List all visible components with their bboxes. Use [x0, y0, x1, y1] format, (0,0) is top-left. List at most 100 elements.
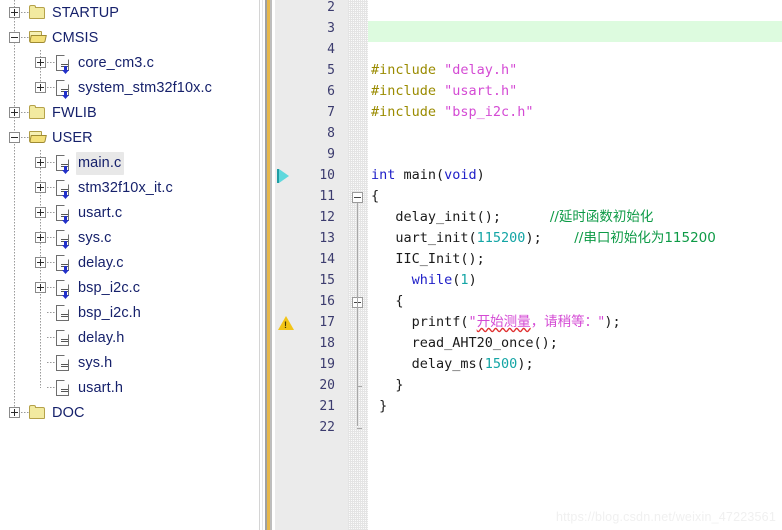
document-shape — [56, 355, 69, 371]
tree-item-usart-c[interactable]: usart.c — [0, 200, 256, 225]
tree-item-bsp-i2c-h[interactable]: bsp_i2c.h — [0, 300, 256, 325]
folder-open-icon — [28, 129, 47, 145]
c-source-file-icon — [54, 204, 72, 224]
tree-item-startup[interactable]: STARTUP — [0, 0, 256, 25]
code-text-area[interactable]: #include "delay.h" #include "usart.h" #inc… — [368, 0, 782, 530]
project-tree-panel[interactable]: STARTUP CMSIS core_cm3.c system_stm32f10x.c… — [0, 0, 256, 530]
tree-item-sys-h[interactable]: sys.h — [0, 350, 256, 375]
expand-icon[interactable] — [35, 182, 46, 193]
code-line[interactable]: delay_ms(1500); — [368, 354, 782, 375]
code-line[interactable]: while(1) — [368, 270, 782, 291]
tree-item-label: bsp_i2c.h — [78, 305, 141, 321]
code-line[interactable] — [368, 0, 782, 18]
code-line[interactable]: } — [368, 375, 782, 396]
tree-item-delay-h[interactable]: delay.h — [0, 325, 256, 350]
line-number: 20 — [319, 378, 335, 393]
expand-icon[interactable] — [35, 57, 46, 68]
expand-icon[interactable] — [35, 157, 46, 168]
line-number: 5 — [327, 63, 335, 78]
tree-item-doc[interactable]: DOC — [0, 400, 256, 425]
code-line[interactable]: { — [368, 186, 782, 207]
editor-gutter[interactable]: 2 3 4 5 6 7 8 9 10 11 12 13 14 15 16 17 18 19 20 21 22 — [275, 0, 348, 530]
line-number: 13 — [319, 231, 335, 246]
splitter-line-2 — [262, 0, 263, 530]
expand-icon[interactable] — [9, 7, 20, 18]
editor-fold-margin[interactable] — [348, 0, 368, 530]
tree-item-label: DOC — [52, 405, 85, 421]
execution-pointer-icon[interactable] — [279, 169, 289, 183]
code-line[interactable]: #include "usart.h" — [368, 81, 782, 102]
fold-collapse-icon[interactable] — [352, 192, 363, 203]
document-shape — [56, 55, 69, 74]
code-line[interactable]: uart_init(115200); //串口初始化为115200 — [368, 228, 782, 249]
code-token: ) — [468, 272, 477, 288]
code-line[interactable] — [368, 123, 782, 144]
compile-arrow-icon — [61, 283, 70, 299]
document-shape — [56, 155, 69, 174]
code-line[interactable] — [368, 144, 782, 165]
expand-icon[interactable] — [35, 82, 46, 93]
code-line[interactable]: #include "bsp_i2c.h" — [368, 102, 782, 123]
tree-item-bsp-i2c-c[interactable]: bsp_i2c.c — [0, 275, 256, 300]
expand-icon[interactable] — [9, 407, 20, 418]
compile-arrow-icon — [61, 183, 70, 199]
document-lines — [61, 389, 68, 393]
c-source-file-icon — [54, 154, 72, 174]
collapse-icon[interactable] — [9, 132, 20, 143]
c-source-file-icon — [54, 229, 72, 249]
c-source-file-icon — [54, 54, 72, 74]
tree-item-delay-c[interactable]: delay.c — [0, 250, 256, 275]
code-token: main( — [403, 167, 445, 183]
folder-closed-icon — [28, 104, 46, 120]
tree-item-main-c[interactable]: main.c — [0, 150, 256, 175]
code-line[interactable]: read_AHT20_once(); — [368, 333, 782, 354]
code-line[interactable] — [368, 18, 782, 39]
tree-item-cmsis[interactable]: CMSIS — [0, 25, 256, 50]
panel-splitter[interactable] — [256, 0, 275, 530]
expand-icon[interactable] — [35, 257, 46, 268]
line-number: 4 — [327, 42, 335, 57]
code-token: ); — [604, 314, 621, 330]
code-line[interactable]: int main(void) — [368, 165, 782, 186]
tree-item-label: usart.h — [78, 380, 124, 396]
tree-item-usart-h[interactable]: usart.h — [0, 375, 256, 400]
code-line[interactable] — [368, 417, 782, 438]
tree-item-label: core_cm3.c — [78, 55, 154, 71]
expand-icon[interactable] — [35, 207, 46, 218]
compile-arrow-icon — [61, 258, 70, 274]
tree-item-label: delay.h — [78, 330, 125, 346]
collapse-icon[interactable] — [9, 32, 20, 43]
tree-item-label: delay.c — [78, 255, 124, 271]
code-line[interactable] — [368, 39, 782, 60]
tree-item-fwlib[interactable]: FWLIB — [0, 100, 256, 125]
document-shape — [56, 205, 69, 224]
expand-icon[interactable] — [9, 107, 20, 118]
code-token: ); — [525, 230, 575, 246]
tree-item-stm32f10x-it-c[interactable]: stm32f10x_it.c — [0, 175, 256, 200]
code-line[interactable]: { — [368, 291, 782, 312]
expand-icon[interactable] — [35, 232, 46, 243]
code-editor[interactable]: 2 3 4 5 6 7 8 9 10 11 12 13 14 15 16 17 18 19 20 21 22 #incl… — [275, 0, 782, 530]
folder-body — [29, 5, 45, 19]
fold-end-tick — [357, 386, 362, 387]
code-token: "bsp_i2c.h" — [444, 104, 534, 120]
fold-end-tick — [357, 428, 362, 429]
tree-item-sys-c[interactable]: sys.c — [0, 225, 256, 250]
tree-item-label: bsp_i2c.c — [78, 280, 141, 296]
expand-icon[interactable] — [35, 282, 46, 293]
code-line[interactable]: } — [368, 396, 782, 417]
tree-item-label: system_stm32f10x.c — [78, 80, 212, 96]
code-line[interactable]: IIC_Init(); — [368, 249, 782, 270]
code-line[interactable]: printf("开始测量，请稍等："); — [368, 312, 782, 333]
code-line[interactable]: delay_init(); //延时函数初始化 — [368, 207, 782, 228]
tree-item-system-stm32f10x-c[interactable]: system_stm32f10x.c — [0, 75, 256, 100]
code-token: { — [371, 293, 404, 309]
tree-item-user[interactable]: USER — [0, 125, 256, 150]
code-line[interactable]: #include "delay.h" — [368, 60, 782, 81]
tree-item-core-cm3-c[interactable]: core_cm3.c — [0, 50, 256, 75]
tree-item-label: STARTUP — [52, 5, 120, 21]
line-number: 15 — [319, 273, 335, 288]
c-source-file-icon — [54, 279, 72, 299]
code-token: delay_init(); — [371, 209, 550, 225]
